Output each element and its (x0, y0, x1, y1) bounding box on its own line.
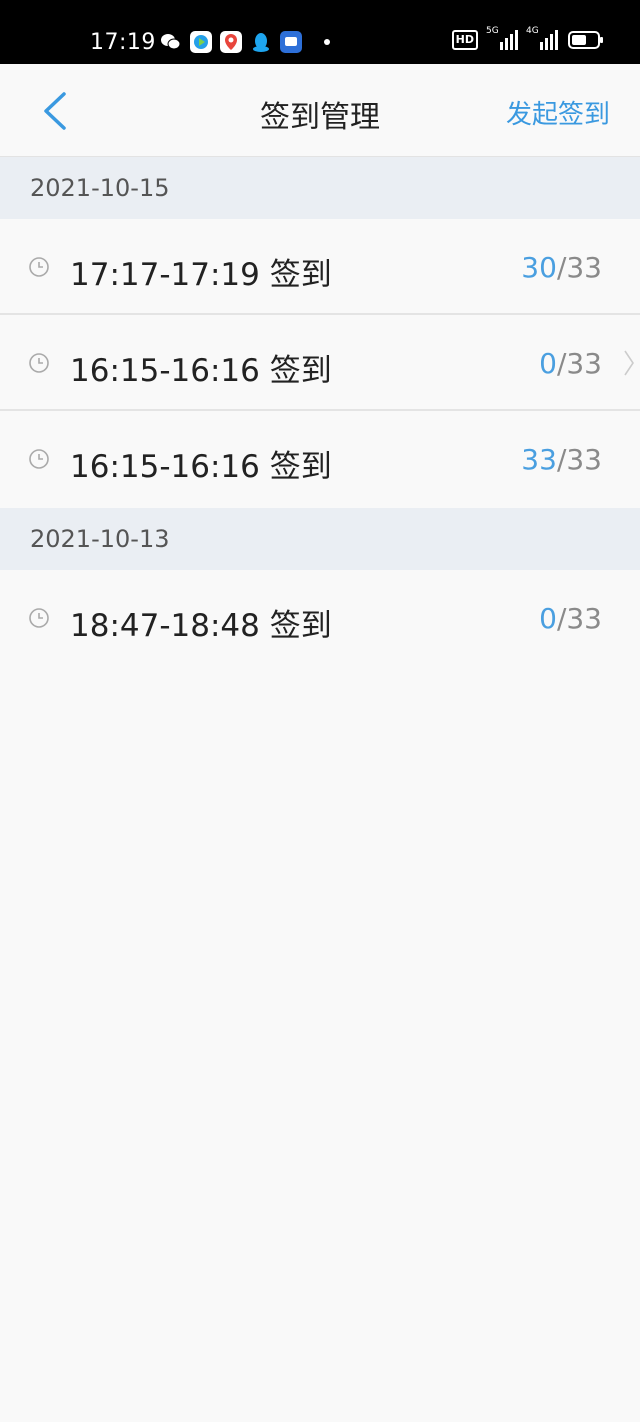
date-section-header: 2021-10-15 (0, 157, 640, 219)
signed-count: 0 (539, 347, 557, 380)
checkin-time-range: 16:15-16:16 签到 (70, 449, 332, 485)
map-app-icon (220, 31, 242, 53)
attendance-count: 0/33 (539, 602, 602, 635)
checkin-time-range: 17:17-17:19 签到 (70, 257, 332, 293)
checkin-list-item[interactable]: 16:15-16:16 签到 0/33 (0, 315, 640, 411)
clock-icon (29, 257, 49, 277)
signed-count: 30 (521, 251, 557, 284)
attendance-count: 33/33 (521, 443, 602, 476)
more-notifications-dot (324, 39, 330, 45)
status-time: 17:19 (90, 30, 156, 55)
attendance-count: 0/33 (539, 347, 602, 380)
system-icons: HD 5G 4G (451, 26, 603, 50)
total-count: /33 (556, 251, 602, 284)
signed-count: 33 (521, 443, 557, 476)
message-app-icon (280, 31, 302, 53)
checkin-list-item[interactable]: 16:15-16:16 签到 33/33 (0, 411, 640, 507)
signal-5g-icon: 5G (486, 26, 518, 50)
clock-icon (29, 449, 49, 469)
total-count: /33 (556, 602, 602, 635)
checkin-time-range: 18:47-18:48 签到 (70, 608, 332, 644)
battery-icon (568, 31, 603, 49)
notification-icons (160, 31, 330, 53)
signal-4g-icon: 4G (526, 26, 558, 50)
checkin-time-range: 16:15-16:16 签到 (70, 353, 332, 389)
total-count: /33 (556, 443, 602, 476)
start-checkin-button[interactable]: 发起签到 (506, 94, 610, 131)
video-app-icon (190, 31, 212, 53)
checkin-list-item[interactable]: 18:47-18:48 签到 0/33 (0, 570, 640, 666)
clock-icon (29, 353, 49, 373)
wechat-icon (160, 31, 182, 53)
status-bar: 17:19 HD 5G 4G (0, 0, 640, 64)
attendance-count: 30/33 (521, 251, 602, 284)
hd-icon: HD (451, 30, 478, 50)
date-section-header: 2021-10-13 (0, 508, 640, 570)
total-count: /33 (556, 347, 602, 380)
checkin-list-item[interactable]: 17:17-17:19 签到 30/33 (0, 219, 640, 315)
clock-icon (29, 608, 49, 628)
chevron-right-icon (624, 350, 634, 376)
qq-icon (250, 31, 272, 53)
nav-bar: 签到管理 发起签到 (0, 64, 640, 157)
signed-count: 0 (539, 602, 557, 635)
